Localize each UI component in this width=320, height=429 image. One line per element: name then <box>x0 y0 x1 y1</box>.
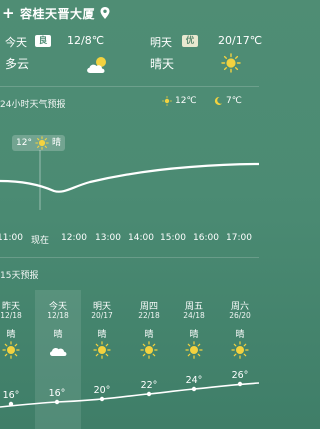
temp-point <box>146 391 152 397</box>
temp-label: 26° <box>232 370 249 381</box>
daily-temp-chart: 16° 16° 20° 22° 24° 26° <box>0 370 259 408</box>
high-temp-value: 12℃ <box>175 96 197 106</box>
today-summary[interactable]: 今天 良 12/8℃ 多云 <box>5 33 123 78</box>
day-condition: 晴 <box>53 330 63 340</box>
daily-forecast-title: 15天预报 <box>0 271 39 281</box>
top-bar: + 容桂天晋大厦 <box>0 0 259 26</box>
today-temp-range: 12/8℃ <box>67 34 105 47</box>
tooltip-temp: 12° <box>16 138 32 148</box>
sunny-icon <box>35 136 49 150</box>
day-condition: 晴 <box>189 330 199 340</box>
tomorrow-temp-range: 20/17℃ <box>218 34 263 47</box>
temp-label: 16° <box>3 390 20 401</box>
daily-forecast-list: 昨天 12/18 晴 今天 12/18 晴 明天 20/17 晴 周四 22/1… <box>0 290 259 429</box>
temp-label: 16° <box>49 388 66 399</box>
day-condition: 晴 <box>144 330 154 340</box>
hourly-forecast-title: 24小时天气预报 <box>0 100 66 110</box>
aqi-badge: 优 <box>182 35 198 47</box>
low-temp-value: 7℃ <box>226 96 242 106</box>
hourly-temp-chart <box>0 150 259 210</box>
temp-point <box>54 399 60 405</box>
high-temp-legend: 12℃ <box>162 96 197 106</box>
divider <box>0 86 259 87</box>
partly-cloudy-icon <box>87 57 106 73</box>
hour-label: 13:00 <box>95 233 121 243</box>
sunny-icon <box>185 341 203 359</box>
aqi-badge: 良 <box>35 35 51 47</box>
day-date: 26/20 <box>229 311 251 320</box>
day-date: 24/18 <box>183 311 205 320</box>
day-date: 22/18 <box>138 311 160 320</box>
sunny-icon <box>140 341 158 359</box>
hour-label: 16:00 <box>193 233 219 243</box>
hour-label: 12:00 <box>61 233 87 243</box>
temp-label: 20° <box>94 385 111 396</box>
hour-label-now: 现在 <box>30 236 50 246</box>
hour-label: 14:00 <box>128 233 154 243</box>
temp-point <box>191 386 197 392</box>
temp-point <box>99 396 105 402</box>
hour-label: 11:00 <box>0 233 23 243</box>
day-date: 12/18 <box>47 311 69 320</box>
sunny-icon <box>93 341 111 359</box>
daily-temp-curve <box>0 382 259 408</box>
today-condition: 多云 <box>5 57 30 71</box>
today-tomorrow-summary: 今天 良 12/8℃ 多云 明天 优 20/17℃ 晴天 <box>0 33 263 78</box>
cloudy-icon <box>49 348 67 356</box>
day-condition: 晴 <box>235 330 245 340</box>
location-pin-icon <box>100 7 110 19</box>
hourly-time-axis: 11:00 现在 12:00 13:00 14:00 15:00 16:00 1… <box>0 233 259 246</box>
location-name[interactable]: 容桂天晋大厦 <box>20 5 95 22</box>
day-condition: 晴 <box>6 330 16 340</box>
day-condition: 晴 <box>97 330 107 340</box>
sun-icon <box>162 96 172 106</box>
tomorrow-condition: 晴天 <box>150 57 175 71</box>
hour-label: 17:00 <box>226 233 252 243</box>
temp-label: 22° <box>141 380 158 391</box>
temp-point <box>237 381 243 387</box>
low-temp-legend: 7℃ <box>213 96 242 106</box>
sunny-icon <box>231 341 249 359</box>
tomorrow-summary[interactable]: 明天 优 20/17℃ 晴天 <box>150 33 263 78</box>
temp-point <box>8 401 14 407</box>
hourly-temp-curve <box>0 162 259 193</box>
sunny-icon <box>2 341 20 359</box>
hourly-tooltip: 12° 晴 <box>12 135 65 151</box>
hour-label: 15:00 <box>160 233 186 243</box>
today-label: 今天 <box>5 36 27 49</box>
divider <box>0 257 259 258</box>
day-date: 20/17 <box>91 311 113 320</box>
temp-label: 24° <box>186 375 203 386</box>
tooltip-condition: 晴 <box>51 138 61 148</box>
day-date: 12/18 <box>0 311 22 320</box>
tomorrow-label: 明天 <box>150 36 172 49</box>
add-city-icon[interactable]: + <box>2 4 16 22</box>
moon-icon <box>214 96 222 105</box>
sunny-icon <box>221 53 241 73</box>
